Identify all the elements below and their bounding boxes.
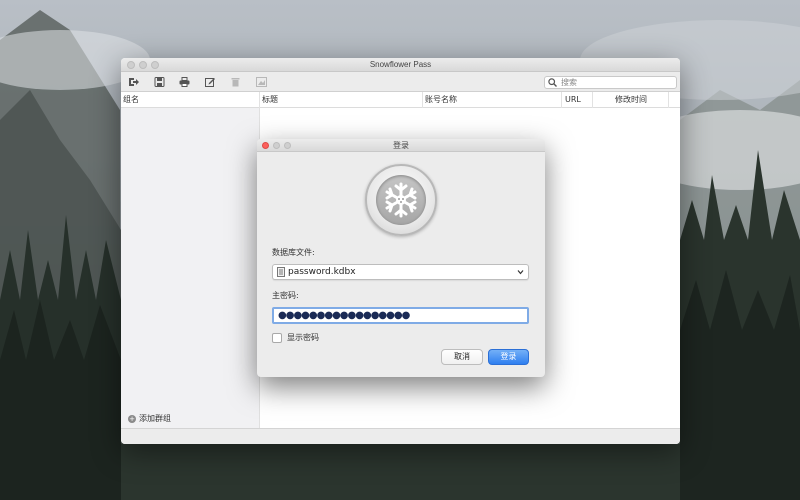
show-password-row[interactable]: 显示密码 [272,332,319,343]
add-group-label: 添加群组 [139,414,171,423]
search-input[interactable] [561,78,671,87]
cancel-button[interactable]: 取消 [441,349,483,365]
dialog-minimize-button [273,142,280,149]
group-sidebar: + 添加群组 [121,108,260,428]
plus-icon: + [128,414,136,423]
app-logo [365,164,437,236]
add-group-button[interactable]: + 添加群组 [128,413,171,424]
close-button[interactable] [127,61,135,69]
database-file-label: 数据库文件: [272,248,315,257]
chevron-down-icon [517,270,524,275]
window-controls [127,61,159,69]
dialog-title: 登录 [393,141,409,150]
database-file-value: password.kdbx [288,267,356,277]
window-title: Snowflower Pass [369,60,432,69]
minimize-button[interactable] [139,61,147,69]
dialog-window-controls [262,142,291,149]
show-password-checkbox[interactable] [272,332,282,343]
column-group[interactable]: 组名 [121,92,260,108]
main-titlebar: Snowflower Pass [121,58,680,72]
show-password-label: 显示密码 [287,333,319,342]
zoom-button[interactable] [151,61,159,69]
column-account[interactable]: 账号名称 [423,92,562,108]
column-modified[interactable]: 修改时间 [593,92,669,108]
toolbar [121,72,680,92]
sign-out-icon[interactable] [128,77,139,87]
dialog-zoom-button [284,142,291,149]
save-icon[interactable] [154,77,165,87]
column-url[interactable]: URL [562,92,593,108]
database-file-icon [277,267,285,277]
print-icon[interactable] [179,77,190,87]
edit-icon[interactable] [205,77,216,87]
entry-table-header: 组名 标题 账号名称 URL 修改时间 [121,92,680,108]
master-password-label: 主密码: [272,291,299,300]
trash-icon[interactable] [230,77,241,87]
image-icon[interactable] [256,77,267,87]
search-field[interactable] [544,76,677,89]
dialog-titlebar: 登录 [257,139,545,152]
search-icon [548,78,557,87]
master-password-input[interactable]: ●●●●●●●●●●●●●●●●● [272,307,529,324]
database-file-select[interactable]: password.kdbx [272,264,529,280]
dialog-close-button[interactable] [262,142,269,149]
login-button[interactable]: 登录 [488,349,529,365]
login-dialog: 登录 数据库文件: password.kdbx 主密码: ●●●●●●●●●●●… [257,139,545,377]
snowflake-icon [385,182,417,218]
status-bar [121,428,680,444]
column-title[interactable]: 标题 [260,92,423,108]
